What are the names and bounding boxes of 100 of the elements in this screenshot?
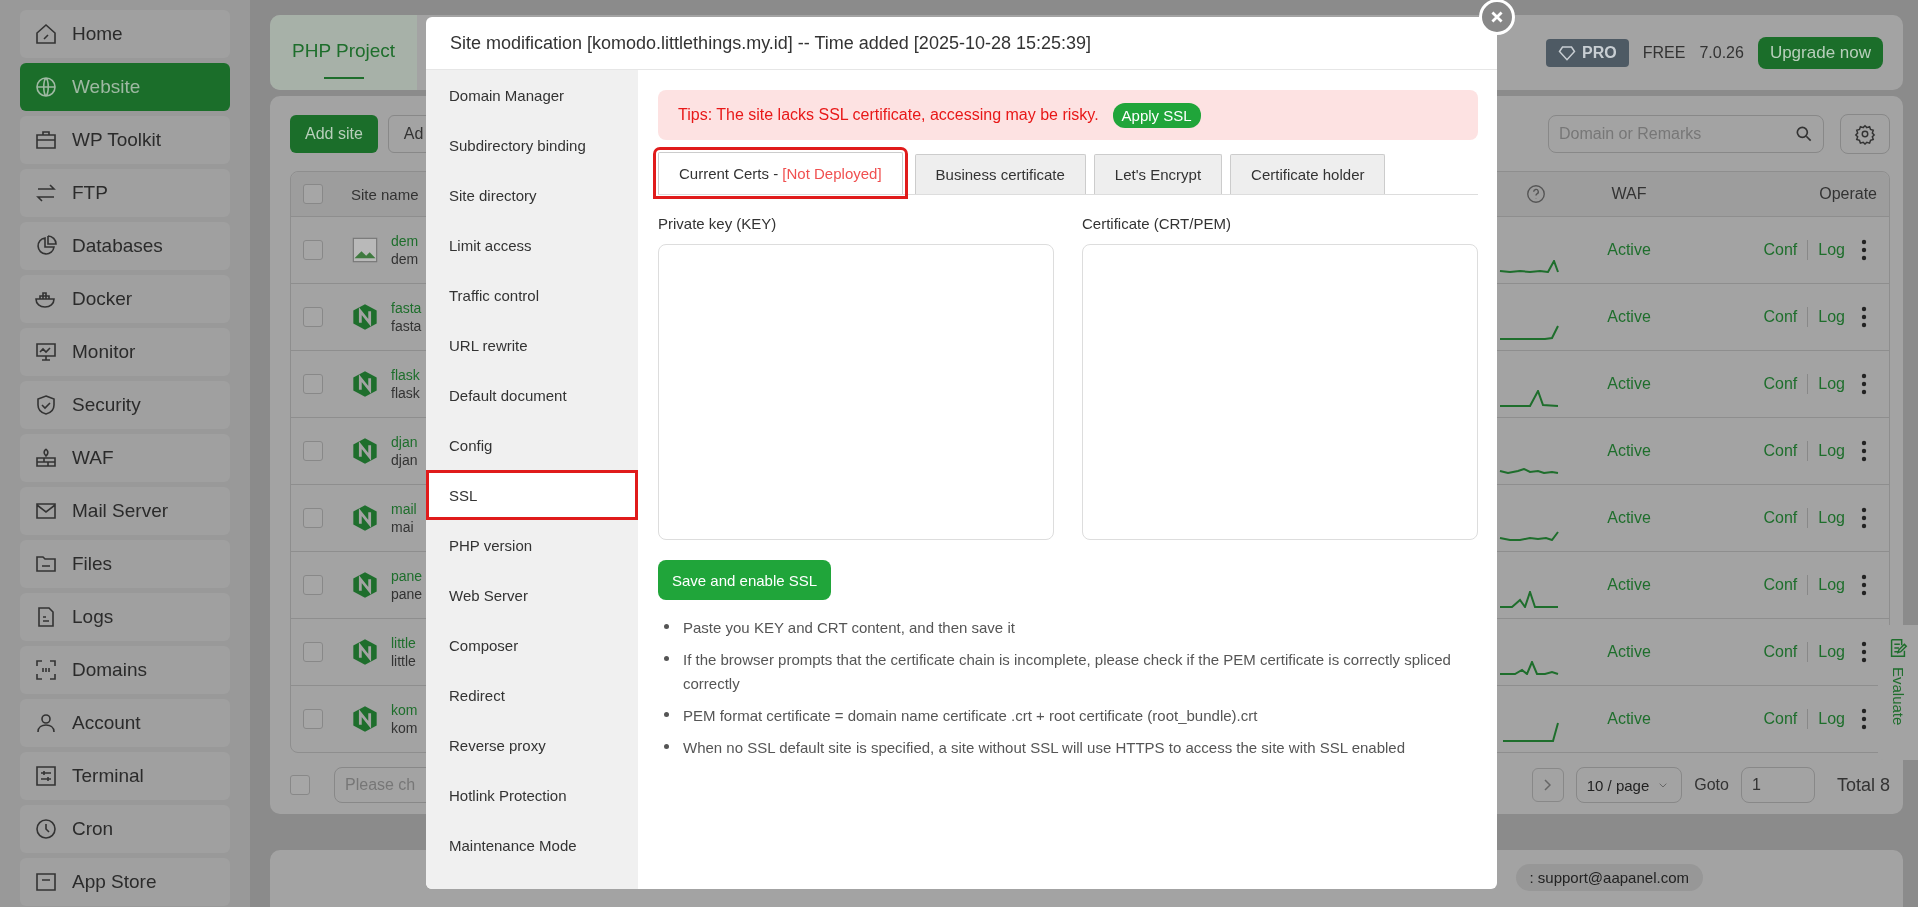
settings-button[interactable] [1840, 114, 1890, 154]
modal-nav-item[interactable]: Limit access [426, 220, 638, 270]
help-icon[interactable] [1525, 183, 1547, 205]
store-icon [34, 870, 58, 894]
note-text: When no SSL default site is specified, a site without SSL will use HTTPS to access the site with SSL enabled [683, 738, 1406, 758]
column-header: Site name [351, 185, 419, 203]
row-checkbox[interactable] [303, 642, 323, 662]
sidebar-item[interactable]: Mail Server [20, 487, 230, 535]
sidebar-item[interactable]: WAF [20, 434, 230, 482]
upgrade-button[interactable]: Upgrade now [1757, 36, 1883, 69]
cert-tab[interactable]: Certificate holder [1230, 154, 1386, 194]
more-icon[interactable] [1861, 440, 1867, 462]
next-page-button[interactable] [1531, 768, 1564, 802]
modal-nav-item[interactable]: Redirect [426, 670, 638, 720]
select-all-checkbox[interactable] [303, 184, 323, 204]
site-note: djan [391, 452, 418, 468]
modal-nav-item[interactable]: Config [426, 420, 638, 470]
sidebar-item[interactable]: WP Toolkit [20, 116, 230, 164]
pie-chart-icon [34, 234, 58, 258]
more-icon[interactable] [1861, 641, 1867, 663]
modal-nav-item[interactable]: PHP version [426, 520, 638, 570]
modal-nav-item[interactable]: Site directory [426, 170, 638, 220]
column-header: Operate [1819, 185, 1877, 203]
traffic-sparkline [1499, 468, 1559, 474]
modal-nav-item[interactable]: SSL [426, 470, 638, 520]
more-icon[interactable] [1861, 574, 1867, 596]
project-tab[interactable]: PHP Project [270, 15, 418, 90]
waf-status: Active [1607, 308, 1651, 326]
site-note: mai [391, 519, 415, 535]
traffic-sparkline [1499, 591, 1559, 608]
sidebar-item[interactable]: Domains [20, 646, 230, 694]
shield-icon [34, 393, 58, 417]
sidebar-item[interactable]: Website [20, 63, 230, 111]
scan-icon [34, 658, 58, 682]
broken-image-icon [351, 236, 379, 264]
add-site-button[interactable]: Add site [290, 115, 378, 153]
more-icon[interactable] [1861, 306, 1867, 328]
page-size-select[interactable]: 10 / page [1575, 767, 1683, 803]
cert-tab[interactable]: Business certificate [914, 154, 1086, 194]
site-note: kom [391, 720, 418, 736]
sidebar-item[interactable]: App Store [20, 858, 230, 906]
row-checkbox[interactable] [303, 508, 323, 528]
sliders-icon [34, 764, 58, 788]
waf-status: Active [1607, 375, 1651, 393]
diamond-icon [1558, 43, 1577, 62]
sidebar-item[interactable]: Cron [20, 805, 230, 853]
modal-nav-item[interactable]: Web Server [426, 570, 638, 620]
modal-nav-item[interactable]: Traffic control [426, 270, 638, 320]
goto-label: Goto [1694, 776, 1729, 794]
modal-nav-item[interactable]: Composer [426, 620, 638, 670]
traffic-sparkline [1499, 325, 1559, 340]
row-checkbox[interactable] [303, 374, 323, 394]
row-checkbox[interactable] [303, 709, 323, 729]
search-icon [1794, 124, 1814, 144]
pro-badge[interactable]: PRO [1546, 38, 1629, 67]
sidebar-item[interactable]: Monitor [20, 328, 230, 376]
row-checkbox[interactable] [303, 441, 323, 461]
sidebar-item[interactable]: Account [20, 699, 230, 747]
sidebar-item[interactable]: Databases [20, 222, 230, 270]
modal-nav-item[interactable]: Default document [426, 370, 638, 420]
field-label: Certificate (CRT/PEM) [1082, 215, 1232, 232]
toolbox-icon [34, 128, 58, 152]
version-label: 7.0.26 [1699, 43, 1744, 62]
modal-nav-item[interactable]: URL rewrite [426, 320, 638, 370]
site-note: fasta [391, 318, 422, 334]
apply-ssl-button[interactable]: Apply SSL [1112, 102, 1201, 128]
firewall-icon [34, 446, 58, 470]
sidebar-item[interactable]: Docker [20, 275, 230, 323]
globe-icon [34, 75, 58, 99]
sidebar-item[interactable]: Terminal [20, 752, 230, 800]
hexagon-logo-icon [351, 638, 379, 666]
traffic-sparkline [1499, 531, 1559, 541]
sidebar-item[interactable]: Logs [20, 593, 230, 641]
row-checkbox[interactable] [303, 307, 323, 327]
batch-checkbox[interactable] [290, 775, 310, 795]
row-checkbox[interactable] [303, 240, 323, 260]
sidebar-item[interactable]: Security [20, 381, 230, 429]
sidebar-item[interactable]: Files [20, 540, 230, 588]
more-icon[interactable] [1861, 239, 1867, 261]
waf-status: Active [1607, 442, 1651, 460]
site-note: little [391, 653, 416, 669]
sidebar-item[interactable]: Home [20, 10, 230, 58]
more-icon[interactable] [1861, 507, 1867, 529]
row-checkbox[interactable] [303, 575, 323, 595]
note-text: If the browser prompts that the certificate chain is incomplete, please check if the PEM certificate is correctly spliced correctly [683, 650, 1452, 694]
sidebar-item[interactable]: FTP [20, 169, 230, 217]
warning-text: Tips: The site lacks SSL certificate, accessing may be risky. [678, 106, 1099, 124]
modal-nav-item[interactable]: Maintenance Mode [426, 820, 638, 870]
waf-status: Active [1607, 643, 1651, 661]
cert-tab[interactable]: Let's Encrypt [1093, 154, 1223, 194]
note-text: Paste you KEY and CRT content, and then save it [683, 618, 1015, 638]
settings-icon [1854, 123, 1876, 145]
private-key-field[interactable] [658, 244, 1054, 540]
goto-field[interactable]: 1 [1740, 767, 1815, 803]
more-icon[interactable] [1861, 708, 1867, 730]
save-ssl-button[interactable]: Save and enable SSL [658, 560, 832, 600]
home-icon [34, 22, 58, 46]
modal-nav-item[interactable]: Reverse proxy [426, 720, 638, 770]
certificate-field[interactable] [1082, 244, 1478, 540]
more-icon[interactable] [1861, 373, 1867, 395]
